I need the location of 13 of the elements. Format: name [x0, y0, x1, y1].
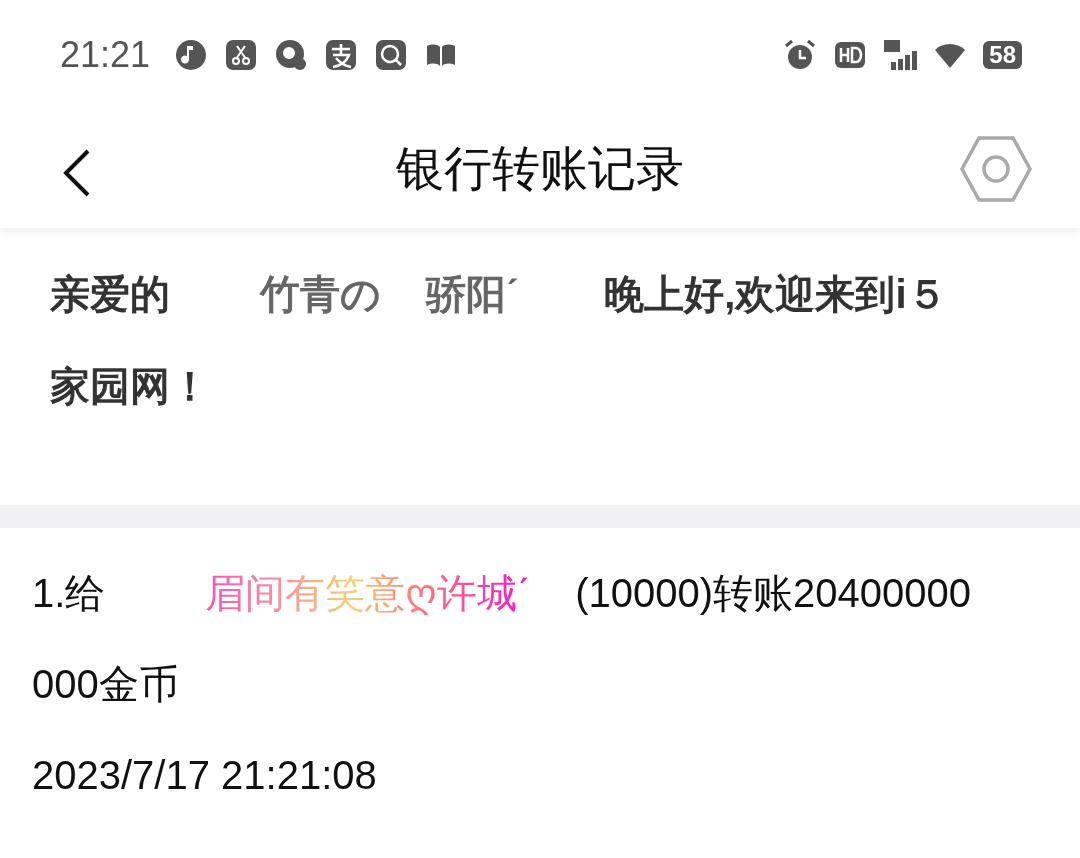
status-time: 21:21: [60, 33, 151, 77]
greeting-text: 亲爱的 竹青の 骄阳ˊ 晚上好,欢迎来到i５家园网！: [50, 271, 948, 410]
signal-icon: [883, 38, 918, 72]
magnifier-app-icon: [374, 38, 409, 72]
battery-level: 58: [983, 41, 1022, 69]
music-app-icon: [174, 38, 209, 72]
record-time: 2023/7/17 21:21:08: [32, 752, 378, 799]
page-title: 银行转账记录: [396, 141, 684, 197]
alarm-icon: [783, 38, 818, 72]
payment-app-icon: [324, 38, 359, 72]
search-app-icon: [274, 38, 309, 72]
scissors-app-icon: [224, 38, 259, 72]
record-text: 1.给 眉间有笑意ღ许城ˊ (10000)转账20400000000金币: [32, 570, 972, 708]
